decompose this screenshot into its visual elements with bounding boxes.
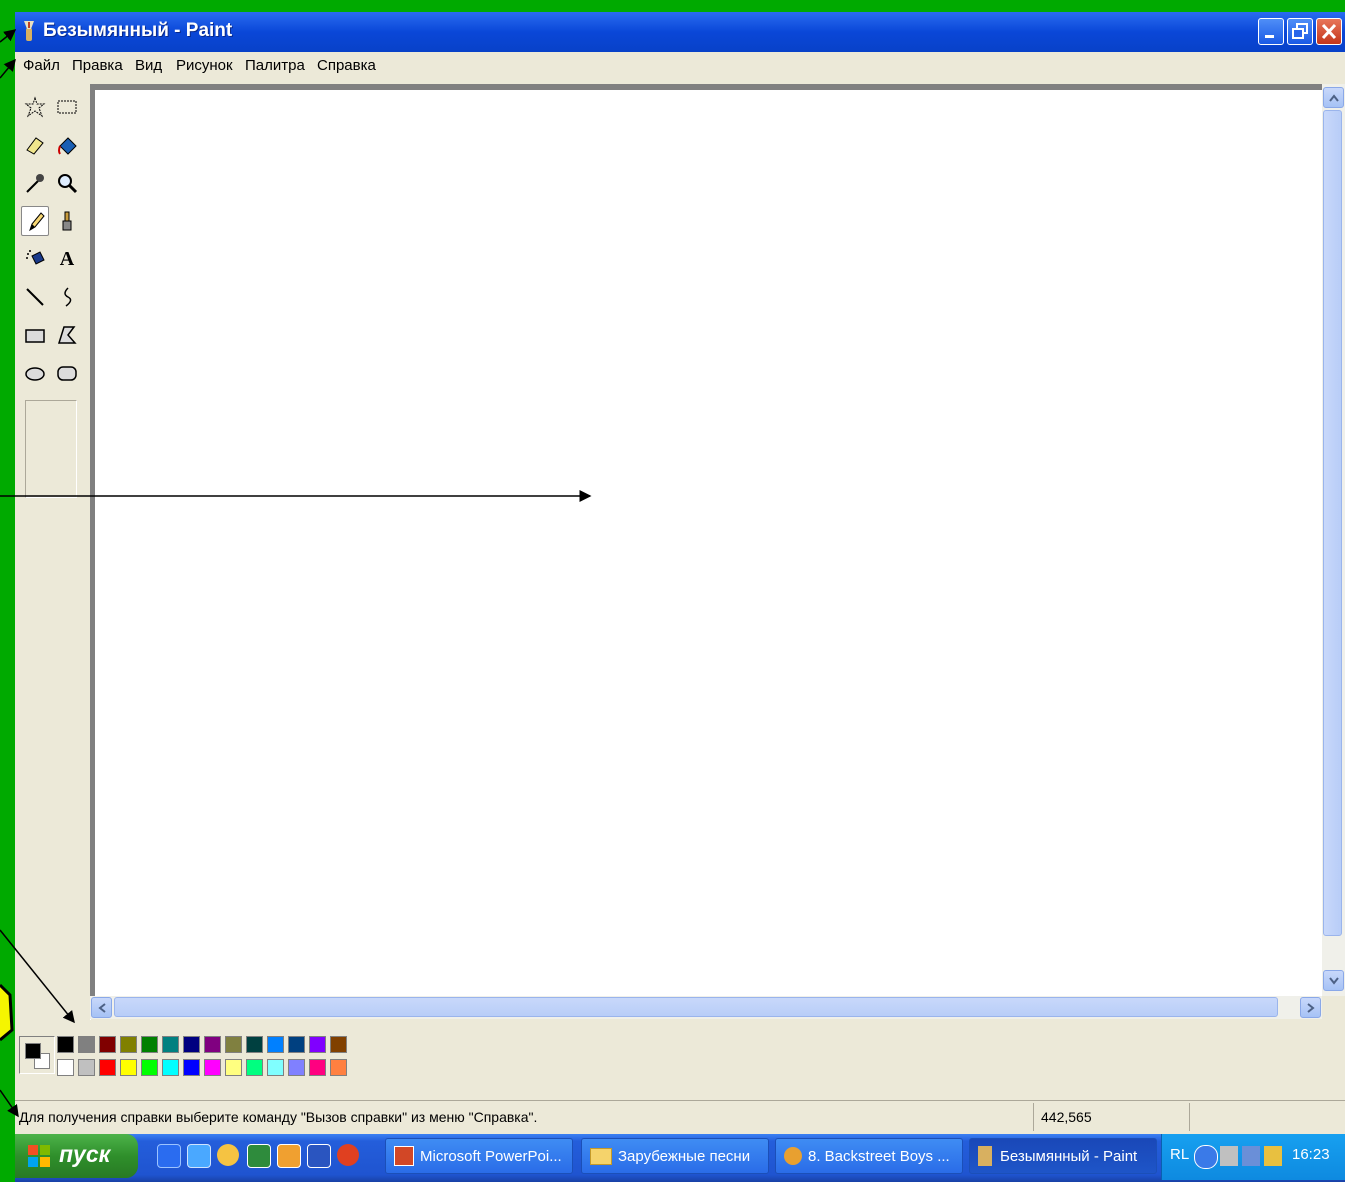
- annotation-arrows: [0, 29, 592, 1118]
